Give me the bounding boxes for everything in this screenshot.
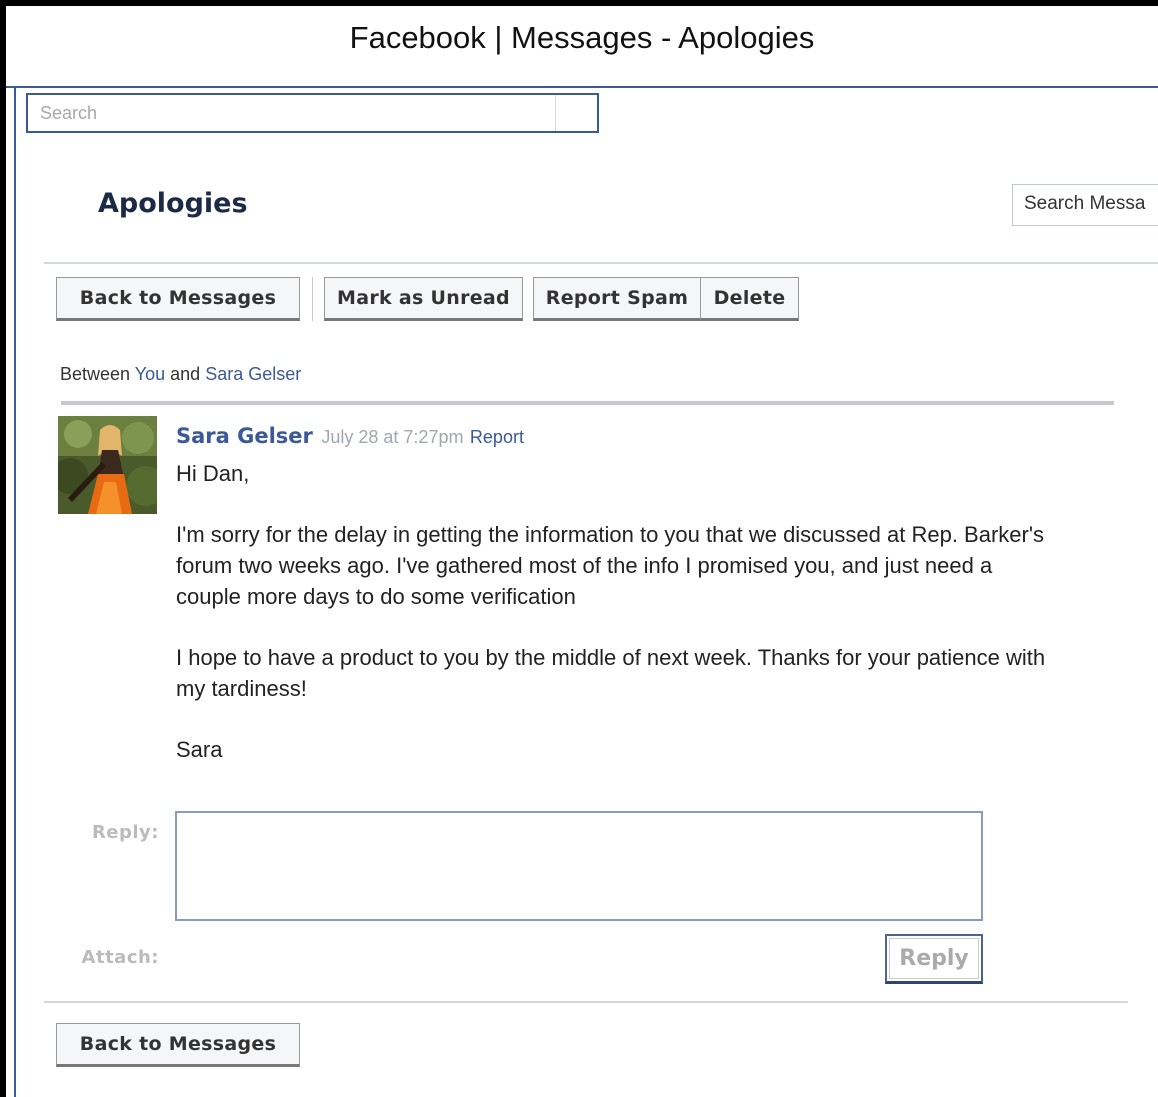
search-messages-input[interactable]: Search Messa (1012, 184, 1158, 226)
message-paragraph: I hope to have a product to you by the m… (176, 645, 1046, 701)
participants-conjunction: and (170, 364, 201, 384)
message-paragraph: Hi Dan, (176, 461, 250, 486)
participants-line: Between You and Sara Gelser (60, 364, 301, 385)
sender-name-link[interactable]: Sara Gelser (176, 424, 313, 448)
participants-prefix: Between (60, 364, 131, 384)
message-timestamp: July 28 at 7:27pm (321, 427, 464, 447)
global-search (26, 93, 599, 133)
report-spam-button[interactable]: Report Spam (533, 277, 701, 321)
message-paragraph: I'm sorry for the delay in getting the i… (176, 522, 1045, 609)
toolbar-separator (312, 277, 313, 321)
screen-frame: Facebook | Messages - Apologies Apologie… (0, 0, 1158, 1097)
browser-window: Facebook | Messages - Apologies Apologie… (6, 6, 1158, 1097)
message-body: Hi Dan, I'm sorry for the delay in getti… (176, 458, 1056, 765)
header-divider (44, 262, 1158, 264)
back-to-messages-bottom-button[interactable]: Back to Messages (56, 1023, 300, 1067)
participant-you-link[interactable]: You (135, 364, 165, 384)
attach-label: Attach: (81, 947, 159, 968)
messages-page: Apologies Search Messa Back to Messages … (14, 88, 1158, 1097)
message-header: Sara Gelser July 28 at 7:27pm Report (176, 424, 524, 448)
reply-button[interactable]: Reply (885, 934, 983, 984)
search-input[interactable] (28, 95, 556, 131)
thread-divider (61, 401, 1114, 405)
reply-label: Reply: (91, 822, 159, 843)
page-title: Apologies (98, 188, 248, 219)
report-message-link[interactable]: Report (470, 427, 524, 447)
participant-sara-link[interactable]: Sara Gelser (205, 364, 301, 384)
avatar-image (58, 416, 157, 514)
reply-textarea[interactable] (175, 811, 983, 921)
window-title: Facebook | Messages - Apologies (349, 20, 815, 55)
delete-button[interactable]: Delete (700, 277, 799, 321)
footer-divider (44, 1001, 1128, 1003)
message-paragraph: Sara (176, 737, 223, 762)
avatar[interactable] (58, 416, 157, 514)
title-bar: Facebook | Messages - Apologies (6, 6, 1158, 88)
back-to-messages-button[interactable]: Back to Messages (56, 277, 300, 321)
mark-as-unread-button[interactable]: Mark as Unread (324, 277, 523, 321)
reply-button-label: Reply (899, 946, 969, 971)
